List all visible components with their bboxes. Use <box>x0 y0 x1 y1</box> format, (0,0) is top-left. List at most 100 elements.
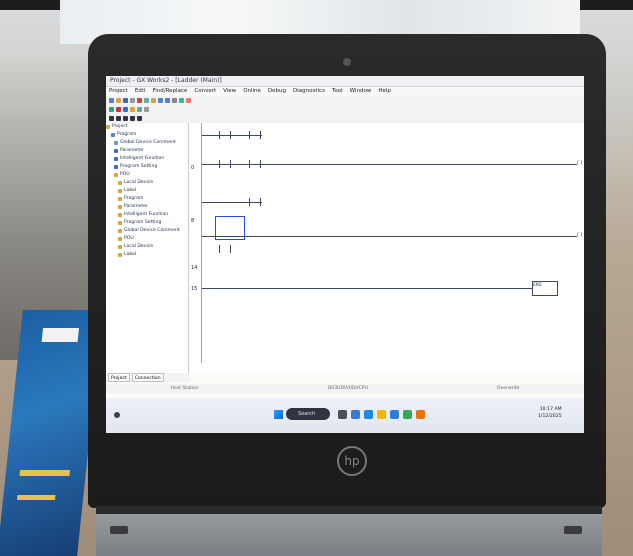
write-icon[interactable] <box>179 98 184 103</box>
stop-icon[interactable] <box>116 107 121 112</box>
check-icon[interactable] <box>137 107 142 112</box>
line-icon[interactable] <box>137 116 142 121</box>
folder-icon <box>118 181 122 185</box>
chrome-icon[interactable] <box>416 410 425 419</box>
tree-item[interactable]: Program Setting <box>106 219 188 227</box>
menu-window[interactable]: Window <box>350 87 372 96</box>
paste-icon[interactable] <box>151 98 156 103</box>
monitor-icon[interactable] <box>109 107 114 112</box>
file-icon <box>114 141 118 145</box>
file-explorer-icon[interactable] <box>377 410 386 419</box>
tree-tabs: Project Connection <box>106 373 190 382</box>
tree-item[interactable]: Label <box>106 251 188 259</box>
tab-project[interactable]: Project <box>108 373 130 382</box>
coil-icon[interactable] <box>123 116 128 121</box>
windows-taskbar: Search 10:17 AM 1/12/2025 <box>106 398 584 433</box>
coil[interactable]: ( ) <box>577 232 583 238</box>
new-icon[interactable] <box>109 98 114 103</box>
menu-online[interactable]: Online <box>243 87 261 96</box>
search-box[interactable]: Search <box>286 408 330 420</box>
store-icon[interactable] <box>390 410 399 419</box>
cut-icon[interactable] <box>137 98 142 103</box>
read-icon[interactable] <box>186 98 191 103</box>
tree-item[interactable]: Local Device <box>106 243 188 251</box>
tree-item[interactable]: Program Setting <box>106 163 188 171</box>
coil[interactable]: ( ) <box>577 160 583 166</box>
folder-icon <box>118 229 122 233</box>
end-instruction[interactable]: END <box>532 281 558 296</box>
menu-convert[interactable]: Convert <box>194 87 216 96</box>
menu-bar: Project Edit Find/Replace Convert View O… <box>106 87 584 96</box>
menu-view[interactable]: View <box>223 87 236 96</box>
tree-item[interactable]: Program <box>106 195 188 203</box>
tree-item[interactable]: Parameter <box>106 203 188 211</box>
clock-time: 10:17 AM <box>539 407 562 412</box>
rung-number: 8 <box>191 218 195 224</box>
project-tree: Project Program Global Device Comment Pa… <box>106 123 189 373</box>
clock-date: 1/12/2025 <box>538 414 562 419</box>
function-icon[interactable] <box>130 116 135 121</box>
tree-item[interactable]: Local Device <box>106 179 188 187</box>
toolbar-2 <box>106 105 584 114</box>
tree-item[interactable]: Intelligent Function <box>106 211 188 219</box>
folder-icon <box>118 213 122 217</box>
file-icon <box>114 165 118 169</box>
undo-icon[interactable] <box>158 98 163 103</box>
open-icon[interactable] <box>116 98 121 103</box>
book-stripe-2 <box>16 495 56 500</box>
photo-scene: Project - GX Works2 - [Ladder (Main)] Pr… <box>0 0 633 556</box>
widgets-icon[interactable] <box>114 412 120 418</box>
folder-icon <box>118 221 122 225</box>
menu-edit[interactable]: Edit <box>135 87 146 96</box>
tree-item[interactable]: Intelligent Function <box>106 155 188 163</box>
tree-item[interactable]: Global Device Comment <box>106 139 188 147</box>
system-clock[interactable]: 10:17 AM 1/12/2025 <box>538 406 562 420</box>
folder-icon <box>118 197 122 201</box>
toolbar-3 <box>106 114 584 123</box>
tree-item[interactable]: POU <box>106 171 188 179</box>
compile-icon[interactable] <box>123 107 128 112</box>
menu-help[interactable]: Help <box>378 87 391 96</box>
rung-number: 15 <box>191 286 198 292</box>
settings-icon[interactable] <box>144 107 149 112</box>
ladder-editor[interactable]: 0 8 14 15 ( ) ( ) END <box>189 123 584 373</box>
contact-nc-icon[interactable] <box>116 116 121 121</box>
menu-debug[interactable]: Debug <box>268 87 286 96</box>
book-stripe <box>19 470 71 476</box>
hinge <box>96 506 602 514</box>
menu-diagnostics[interactable]: Diagnostics <box>293 87 325 96</box>
wire <box>202 164 577 165</box>
tree-item[interactable]: Program <box>106 131 188 139</box>
edge-icon[interactable] <box>351 410 360 419</box>
tree-item[interactable]: Parameter <box>106 147 188 155</box>
tree-item[interactable]: Project <box>106 123 188 131</box>
menu-project[interactable]: Project <box>109 87 128 96</box>
app-icon[interactable] <box>364 410 373 419</box>
status-cpu: Q03UDV/UDVCPU <box>327 386 368 391</box>
find-icon[interactable] <box>172 98 177 103</box>
folder-icon <box>118 245 122 249</box>
menu-find[interactable]: Find/Replace <box>152 87 187 96</box>
app-titlebar: Project - GX Works2 - [Ladder (Main)] <box>106 76 584 87</box>
save-icon[interactable] <box>123 98 128 103</box>
tab-connection[interactable]: Connection <box>131 373 164 382</box>
folder-icon <box>118 189 122 193</box>
folder-icon <box>118 237 122 241</box>
redo-icon[interactable] <box>165 98 170 103</box>
contact[interactable] <box>219 245 231 253</box>
start-icon[interactable] <box>274 410 283 419</box>
folder-icon <box>114 173 118 177</box>
contact-no-icon[interactable] <box>109 116 114 121</box>
tree-item[interactable]: Label <box>106 187 188 195</box>
copy-icon[interactable] <box>144 98 149 103</box>
port <box>110 526 128 534</box>
app-icon[interactable] <box>403 410 412 419</box>
status-station: Host Station <box>170 386 199 391</box>
folder-icon[interactable] <box>130 107 135 112</box>
menu-tool[interactable]: Tool <box>332 87 343 96</box>
wire <box>202 135 262 136</box>
print-icon[interactable] <box>130 98 135 103</box>
tree-item[interactable]: POU <box>106 235 188 243</box>
tree-item[interactable]: Global Device Comment <box>106 227 188 235</box>
task-view-icon[interactable] <box>338 410 347 419</box>
